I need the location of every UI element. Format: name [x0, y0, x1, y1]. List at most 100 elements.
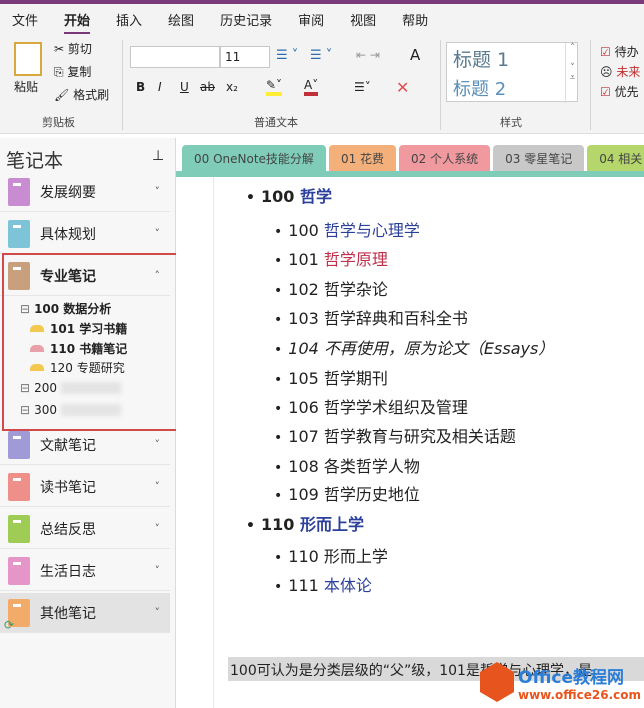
menu-item[interactable]: 审阅 — [298, 10, 324, 29]
outline-item: • 111 本体论 — [274, 572, 372, 596]
menu-item[interactable]: 历史记录 — [220, 10, 272, 29]
bullet-icon: • — [246, 190, 255, 206]
bullet-icon: • — [274, 283, 283, 299]
item-number: 106 — [288, 398, 319, 417]
tags-gallery[interactable]: ☑ 待办 ☹ 未来 ☑ 优先 — [600, 42, 644, 102]
chevron-down-icon[interactable]: ˅ — [155, 564, 161, 577]
notebook-item[interactable]: 发展纲要 ˅ — [0, 172, 170, 212]
bold-button[interactable]: B — [136, 80, 145, 94]
tag-future[interactable]: ☹ 未来 — [600, 62, 644, 82]
section-tabs: 00 OneNote技能分解 01 花费 02 个人系统 03 零星笔记 04 相关 — [182, 145, 644, 175]
item-number: 103 — [288, 309, 319, 328]
notebook-icon — [8, 472, 30, 501]
menu-item[interactable]: 开始 — [64, 10, 91, 35]
indent-icon[interactable]: ⇤ ⇥ — [356, 48, 380, 62]
italic-button[interactable]: I — [158, 80, 162, 94]
bullet-icon: • — [274, 342, 283, 358]
item-number: 109 — [288, 485, 319, 504]
bullet-icon: • — [274, 372, 283, 388]
bullet-list-icon[interactable]: ☰ ˅ — [276, 48, 298, 63]
highlight-icon[interactable]: ✎˅ — [266, 78, 283, 96]
notebook-item[interactable]: 读书笔记 ˅ — [0, 467, 170, 507]
menu-item[interactable]: 帮助 — [402, 10, 428, 29]
underline-button[interactable]: U — [180, 80, 189, 94]
item-text[interactable]: 哲学原理 — [324, 250, 388, 269]
notebook-item[interactable]: 具体规划 ˅ — [0, 214, 170, 254]
item-number: 101 — [288, 250, 319, 269]
paste-button[interactable]: 粘贴 — [14, 78, 38, 95]
section-tab[interactable]: 04 相关 — [587, 145, 644, 171]
tag-label: 优先 — [614, 85, 639, 99]
item-text[interactable]: 哲学与心理学 — [324, 221, 420, 240]
bullet-icon: • — [274, 430, 283, 446]
outline-item: • 102 哲学杂论 — [274, 276, 388, 300]
sync-icon: ⟳ — [4, 618, 15, 632]
checkbox-icon: ☑ — [600, 85, 611, 99]
styles-gallery[interactable]: 标题 1 标题 2 ˄ ˅ ⩡ — [446, 42, 579, 103]
delete-icon[interactable]: ✕ — [396, 78, 409, 97]
outline-item: • 109 哲学历史地位 — [274, 481, 420, 505]
section-tab[interactable]: 02 个人系统 — [399, 145, 491, 171]
menu-item[interactable]: 视图 — [350, 10, 376, 29]
notebook-item[interactable]: 生活日志 ˅ — [0, 551, 170, 591]
menu-item[interactable]: 绘图 — [168, 10, 194, 29]
divider — [122, 40, 123, 130]
notebook-name: 总结反思 — [40, 521, 96, 538]
format-painter-label: 格式刷 — [73, 88, 110, 102]
item-text: 哲学杂论 — [323, 280, 388, 299]
bullet-icon: • — [274, 550, 283, 566]
outline-item: • 106 哲学学术组织及管理 — [274, 394, 468, 418]
notebook-name: 发展纲要 — [40, 184, 96, 201]
notebook-item[interactable]: 总结反思 ˅ — [0, 509, 170, 549]
menu-item[interactable]: 插入 — [116, 10, 142, 29]
cut-button[interactable]: ✂ 剪切 — [54, 40, 92, 57]
strikethrough-button[interactable]: ab — [200, 80, 215, 94]
section-tab[interactable]: 03 零星笔记 — [493, 145, 585, 171]
notebook-name: 读书笔记 — [40, 479, 96, 496]
notebook-item[interactable]: 其他笔记 ˅ — [0, 593, 170, 633]
item-text: 哲学期刊 — [323, 369, 388, 388]
item-text[interactable]: 哲学 — [300, 187, 332, 206]
tag-priority[interactable]: ☑ 优先 — [600, 82, 644, 102]
styles-scroll[interactable]: ˄ ˅ ⩡ — [565, 43, 579, 103]
style-heading-1[interactable]: 标题 1 — [453, 45, 509, 72]
styles-group-label: 样式 — [500, 116, 522, 129]
chevron-down-icon[interactable]: ˅ — [155, 185, 161, 198]
chevron-down-icon[interactable]: ˅ — [155, 522, 161, 535]
pin-icon[interactable]: ⊥ — [152, 148, 164, 164]
notebook-icon — [8, 177, 30, 206]
format-painter-button[interactable]: 🖌 格式刷 — [54, 86, 109, 103]
outline-item: • 105 哲学期刊 — [274, 365, 388, 389]
menu-item[interactable]: 文件 — [12, 10, 38, 29]
item-text[interactable]: 形而上学 — [300, 515, 364, 534]
checkbox-icon: ☑ — [600, 45, 611, 59]
item-text[interactable]: 本体论 — [324, 576, 372, 595]
chevron-down-icon[interactable]: ˅ — [155, 606, 161, 619]
chevron-down-icon[interactable]: ˅ — [155, 480, 161, 493]
cut-label: 剪切 — [67, 42, 92, 56]
font-name-combo[interactable] — [130, 46, 220, 68]
item-number: 107 — [288, 427, 319, 446]
copy-button[interactable]: ⎘ 复制 — [54, 63, 91, 80]
chevron-down-icon[interactable]: ˅ — [155, 227, 161, 240]
align-icon[interactable]: ☰˅ — [354, 80, 371, 94]
menu-bar: 文件 开始 插入 绘图 历史记录 审阅 视图 帮助 — [0, 4, 644, 35]
paste-icon[interactable] — [14, 42, 42, 76]
bullet-icon: • — [274, 488, 283, 504]
notebook-icon — [8, 219, 30, 248]
tag-label: 未来 — [616, 65, 641, 79]
notebook-item[interactable]: 文献笔记 ˅ — [0, 425, 170, 465]
font-color-icon[interactable]: A˅ — [304, 78, 319, 96]
style-heading-2[interactable]: 标题 2 — [453, 75, 506, 101]
font-size-combo[interactable]: 11 — [220, 46, 270, 68]
tag-todo[interactable]: ☑ 待办 — [600, 42, 644, 62]
section-tab[interactable]: 01 花费 — [328, 145, 397, 171]
subscript-button[interactable]: x₂ — [226, 80, 238, 94]
chevron-down-icon[interactable]: ˅ — [155, 438, 161, 451]
notebook-icon — [8, 556, 30, 585]
item-text: 哲学学术组织及管理 — [323, 398, 468, 417]
copy-label: 复制 — [67, 65, 92, 79]
bullet-icon: • — [274, 579, 283, 595]
clear-format-icon[interactable]: A — [410, 46, 420, 64]
numbered-list-icon[interactable]: ☰ ˅ — [310, 48, 332, 63]
